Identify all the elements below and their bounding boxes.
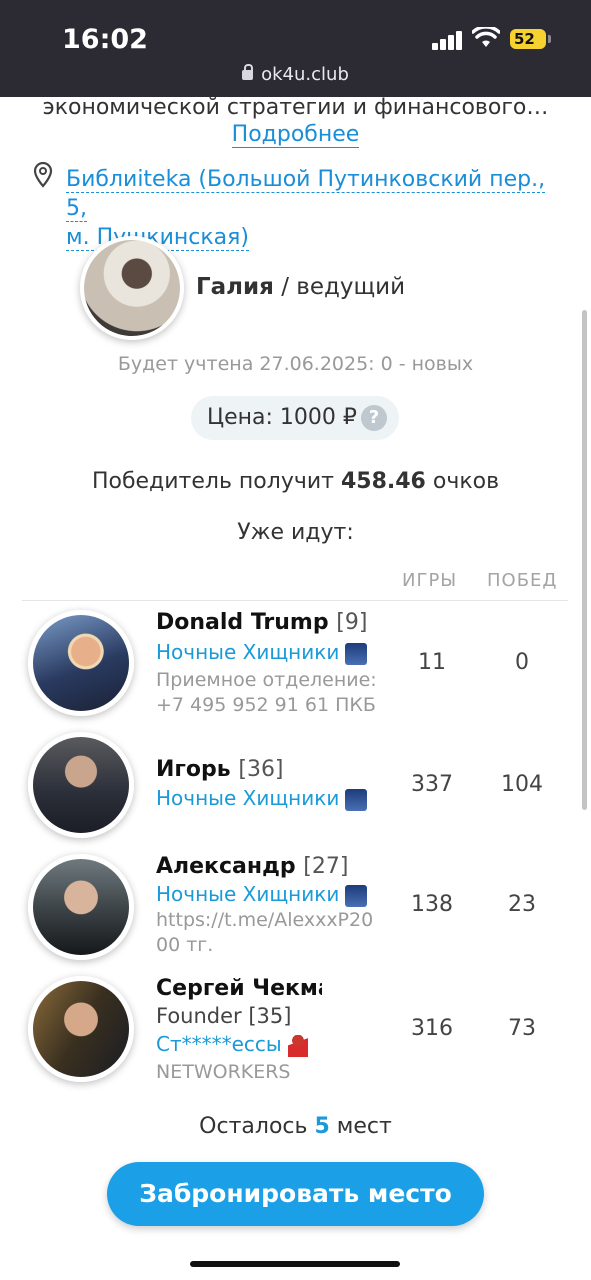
player-games: 138 xyxy=(411,892,453,917)
wifi-icon xyxy=(472,27,500,47)
home-indicator[interactable] xyxy=(190,1261,400,1267)
team-emoji-icon xyxy=(345,884,368,907)
player-team[interactable]: Ст*****ессы xyxy=(156,1032,308,1057)
winner-suffix: очков xyxy=(432,469,500,494)
player-avatar[interactable] xyxy=(28,854,134,960)
remain-suffix: мест xyxy=(336,1114,392,1139)
host-role: / ведущий xyxy=(281,274,406,300)
player-level: [36] xyxy=(238,757,284,782)
event-description: экономической стратегии и финансового… xyxy=(42,95,549,120)
team-emoji-icon xyxy=(345,642,368,665)
help-icon[interactable]: ? xyxy=(361,405,387,431)
table-row[interactable]: Сергей Чекмар Founder [35] Ст*****ессы N… xyxy=(0,974,591,1084)
player-team[interactable]: Ночные Хищники xyxy=(156,882,368,907)
remain-prefix: Осталось xyxy=(199,1114,308,1139)
player-name[interactable]: Donald Trump [9] xyxy=(156,610,367,635)
status-time: 16:02 xyxy=(62,24,148,55)
column-games: ИГРЫ xyxy=(402,570,458,591)
player-wins: 0 xyxy=(515,650,529,675)
host-avatar[interactable] xyxy=(80,236,184,340)
winner-points: Победитель получит 458.46 очков xyxy=(0,469,591,494)
lock-icon xyxy=(242,64,254,80)
player-name[interactable]: Игорь [36] xyxy=(156,757,284,782)
player-wins: 73 xyxy=(508,1016,536,1041)
player-level: [27] xyxy=(303,854,349,879)
battery-level: 52 xyxy=(514,30,535,48)
player-subtitle: Founder [35] xyxy=(156,1004,292,1028)
player-level: [9] xyxy=(336,610,368,635)
player-note: https://t.me/AlexxxP2000 тг. xyxy=(156,909,374,956)
winner-prefix: Победитель получит xyxy=(91,469,334,494)
player-games: 316 xyxy=(411,1016,453,1041)
table-row[interactable]: Donald Trump [9] Ночные Хищники Приемное… xyxy=(0,608,591,723)
address-line-1: Библиiteka (Большой Путинковский пер., 5… xyxy=(66,167,546,222)
going-label: Уже идут: xyxy=(237,520,354,545)
table-divider xyxy=(22,600,568,601)
player-avatar[interactable] xyxy=(28,732,134,838)
dancer-icon xyxy=(287,1034,308,1057)
url-text: ok4u.club xyxy=(261,64,349,85)
player-name[interactable]: Александр [27] xyxy=(156,854,348,879)
table-row[interactable]: Александр [27] Ночные Хищники https://t.… xyxy=(0,852,591,962)
player-team[interactable]: Ночные Хищники xyxy=(156,786,368,811)
player-avatar[interactable] xyxy=(28,976,134,1082)
remain-count: 5 xyxy=(314,1114,330,1139)
price-badge: Цена: 1000 ₽ ? xyxy=(191,396,399,440)
signal-icon xyxy=(432,30,464,50)
location-pin-icon xyxy=(33,162,53,188)
column-wins: ПОБЕД xyxy=(487,570,558,591)
more-link[interactable]: Подробнее xyxy=(231,122,360,148)
battery-icon: 52 xyxy=(510,29,551,49)
status-bar: 16:02 52 ok4u.club xyxy=(0,0,591,97)
player-wins: 23 xyxy=(508,892,536,917)
player-team[interactable]: Ночные Хищники xyxy=(156,640,368,665)
player-games: 11 xyxy=(418,650,446,675)
table-row[interactable]: Игорь [36] Ночные Хищники 337 104 xyxy=(0,730,591,840)
winner-points-value: 458.46 xyxy=(340,469,426,494)
player-games: 337 xyxy=(411,772,453,797)
host-info: Галия / ведущий xyxy=(196,274,405,300)
book-place-button[interactable]: Забронировать место xyxy=(107,1162,484,1226)
team-emoji-icon xyxy=(345,788,368,811)
player-note: Приемное отделение: +7 495 952 91 61 ПКБ… xyxy=(156,669,377,716)
player-avatar[interactable] xyxy=(28,610,134,716)
player-note: NETWORKERS xyxy=(156,1061,291,1083)
more-link-wrap: Подробнее xyxy=(0,122,591,148)
price-text: Цена: 1000 ₽ xyxy=(207,405,357,430)
remaining-places: Осталось 5 мест xyxy=(0,1114,591,1139)
player-wins: 104 xyxy=(501,772,543,797)
counted-date: Будет учтена 27.06.2025: 0 - новых xyxy=(117,353,474,375)
host-name[interactable]: Галия xyxy=(196,274,274,300)
player-name[interactable]: Сергей Чекмар xyxy=(156,976,322,1001)
address-bar[interactable]: ok4u.club xyxy=(0,64,591,85)
